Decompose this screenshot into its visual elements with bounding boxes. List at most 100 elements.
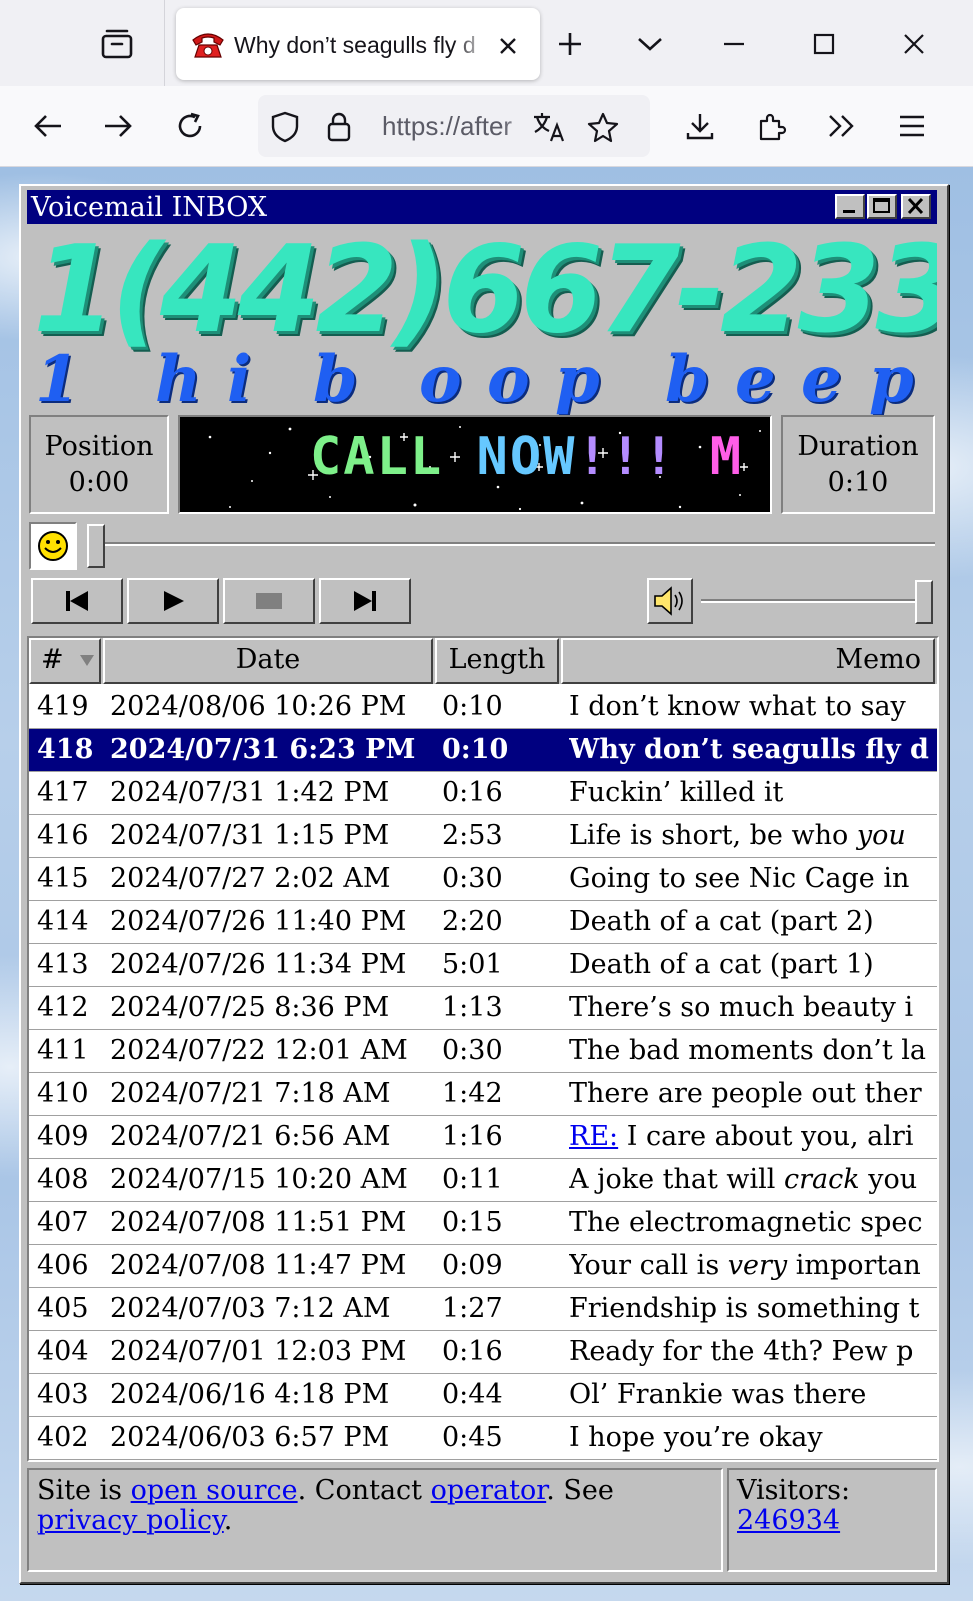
back-button[interactable]	[28, 106, 68, 146]
privacy-policy-link[interactable]: privacy policy	[37, 1505, 224, 1536]
table-row[interactable]: 404 2024/07/01 12:03 PM 0:16 Ready for the …	[29, 1331, 937, 1374]
volume-track[interactable]	[701, 599, 919, 603]
vanity-char: e	[801, 342, 842, 416]
tracking-protection-button[interactable]	[268, 110, 302, 144]
vanity-char: 1	[35, 342, 80, 416]
column-header-memo[interactable]: Memo	[561, 638, 935, 684]
tab-title: Why don’t seagulls fly d	[234, 32, 476, 58]
next-button[interactable]	[319, 578, 411, 624]
cell-length: 0:30	[442, 863, 503, 894]
window-minimize-button[interactable]	[712, 24, 756, 64]
seek-track[interactable]	[93, 542, 935, 546]
list-all-tabs-button[interactable]	[628, 24, 672, 64]
win-minimize-button[interactable]	[835, 194, 865, 219]
table-row[interactable]: 406 2024/07/08 11:47 PM 0:09 Your call is v…	[29, 1245, 937, 1288]
cell-length: 1:13	[442, 992, 503, 1023]
table-row[interactable]: 407 2024/07/08 11:51 PM 0:15 The electromag…	[29, 1202, 937, 1245]
bookmark-button[interactable]	[586, 110, 620, 144]
table-row[interactable]: 410 2024/07/21 7:18 AM 1:42 There are peopl…	[29, 1073, 937, 1116]
cell-memo: Your call is very importan	[569, 1245, 937, 1287]
cell-memo: There are people out ther	[569, 1073, 937, 1115]
memo-text: I don’t know what to say	[569, 691, 906, 722]
url-text[interactable]: https://after	[382, 111, 530, 143]
win-close-button[interactable]	[901, 194, 931, 219]
cell-date: 2024/07/31 1:42 PM	[110, 777, 390, 808]
column-header-number-label: #	[41, 644, 64, 675]
table-row[interactable]: 415 2024/07/27 2:02 AM 0:30 Going to see Ni…	[29, 858, 937, 901]
table-row[interactable]: 417 2024/07/31 1:42 PM 0:16 Fuckin’ killed …	[29, 772, 937, 815]
downloads-button[interactable]	[680, 106, 720, 146]
table-row-selected[interactable]: 418 2024/07/31 6:23 PM 0:10 Why don’t seagu…	[29, 729, 937, 772]
column-header-number[interactable]: #	[29, 638, 101, 684]
memo-text: I hope you’re okay	[569, 1422, 823, 1453]
memo-text: The bad moments don’t la	[569, 1035, 926, 1066]
vanity-char: b	[313, 342, 358, 416]
table-row[interactable]: 411 2024/07/22 12:01 AM 0:30 The bad moment…	[29, 1030, 937, 1073]
messages-table: # Date Length Memo 419 2024/08/06 10:26 P…	[27, 636, 939, 1462]
win-maximize-button[interactable]	[867, 194, 897, 219]
volume-thumb[interactable]	[915, 580, 933, 624]
lock-icon	[327, 112, 351, 142]
table-row[interactable]: 409 2024/07/21 6:56 AM 1:16 RE: I care abou…	[29, 1116, 937, 1159]
tab-close-button[interactable]	[492, 30, 524, 62]
table-row[interactable]: 419 2024/08/06 10:26 PM 0:10 I don’t know w…	[29, 686, 937, 729]
url-bar[interactable]: https://after	[258, 95, 650, 157]
table-row[interactable]: 403 2024/06/16 4:18 PM 0:44 Ol’ Frankie was…	[29, 1374, 937, 1417]
table-row[interactable]: 413 2024/07/26 11:34 PM 5:01 Death of a cat…	[29, 944, 937, 987]
table-row[interactable]: 414 2024/07/26 11:40 PM 2:20 Death of a cat…	[29, 901, 937, 944]
cell-date: 2024/07/27 2:02 AM	[110, 863, 391, 894]
cell-memo: The electromagnetic spec	[569, 1202, 937, 1244]
stop-button[interactable]	[223, 578, 315, 624]
translate-button[interactable]	[532, 110, 566, 144]
table-body: 419 2024/08/06 10:26 PM 0:10 I don’t know w…	[29, 686, 937, 1460]
cell-memo: Death of a cat (part 1)	[569, 944, 937, 986]
app-menu-button[interactable]	[892, 106, 932, 146]
operator-link[interactable]: operator	[431, 1475, 547, 1506]
cell-number: 408	[37, 1164, 89, 1195]
previous-button[interactable]	[31, 578, 123, 624]
table-row[interactable]: 416 2024/07/31 1:15 PM 2:53 Life is short, …	[29, 815, 937, 858]
memo-text: Going to see Nic Cage in	[569, 863, 910, 894]
cell-memo: Life is short, be who you	[569, 815, 937, 857]
forward-button[interactable]	[98, 106, 138, 146]
cell-date: 2024/07/22 12:01 AM	[110, 1035, 408, 1066]
overflow-icon	[829, 115, 854, 137]
chevron-down-icon	[638, 38, 662, 51]
seek-thumb[interactable]	[87, 524, 105, 568]
visitor-counter: Visitors: 246934	[727, 1468, 937, 1572]
cell-length: 0:44	[442, 1379, 503, 1410]
more-tools-button[interactable]	[822, 106, 862, 146]
window-close-button[interactable]	[892, 24, 936, 64]
site-info-button[interactable]	[322, 110, 356, 144]
memo-tail: you	[859, 1164, 918, 1195]
table-row[interactable]: 402 2024/06/03 6:57 PM 0:45 I hope you’re o…	[29, 1417, 937, 1460]
table-row[interactable]: 405 2024/07/03 7:12 AM 1:27 Friendship is s…	[29, 1288, 937, 1331]
extensions-button[interactable]	[752, 106, 792, 146]
phone-number-banner: 1(442)667-2337 1 h i b o o p b e e p	[27, 226, 937, 416]
cell-date: 2024/07/26 11:40 PM	[110, 906, 407, 937]
status-see: . See	[546, 1475, 614, 1506]
reply-link[interactable]: RE:	[569, 1121, 618, 1152]
table-row[interactable]: 408 2024/07/15 10:20 AM 0:11 A joke that wi…	[29, 1159, 937, 1202]
cell-number: 406	[37, 1250, 89, 1281]
cell-length: 1:16	[442, 1121, 503, 1152]
play-button[interactable]	[127, 578, 219, 624]
cell-date: 2024/06/16 4:18 PM	[110, 1379, 390, 1410]
column-header-length[interactable]: Length	[435, 638, 559, 684]
cell-memo: Why don’t seagulls fly d	[569, 729, 937, 771]
cell-date: 2024/07/25 8:36 PM	[110, 992, 390, 1023]
column-header-date[interactable]: Date	[103, 638, 433, 684]
phone-number: 1(442)667-2337	[33, 226, 937, 360]
visitors-count[interactable]: 246934	[737, 1506, 927, 1536]
reload-button[interactable]	[170, 106, 210, 146]
memo-text: Fuckin’ killed it	[569, 777, 784, 808]
mute-button[interactable]	[647, 578, 693, 624]
tab-list-button[interactable]	[94, 24, 140, 64]
table-row[interactable]: 412 2024/07/25 8:36 PM 1:13 There’s so much…	[29, 987, 937, 1030]
cell-memo: Friendship is something t	[569, 1288, 937, 1330]
browser-tab-active[interactable]: Why don’t seagulls fly d	[176, 8, 540, 80]
speaker-icon	[654, 586, 683, 616]
open-source-link[interactable]: open source	[131, 1475, 298, 1506]
window-maximize-button[interactable]	[802, 24, 846, 64]
new-tab-button[interactable]	[548, 24, 592, 64]
